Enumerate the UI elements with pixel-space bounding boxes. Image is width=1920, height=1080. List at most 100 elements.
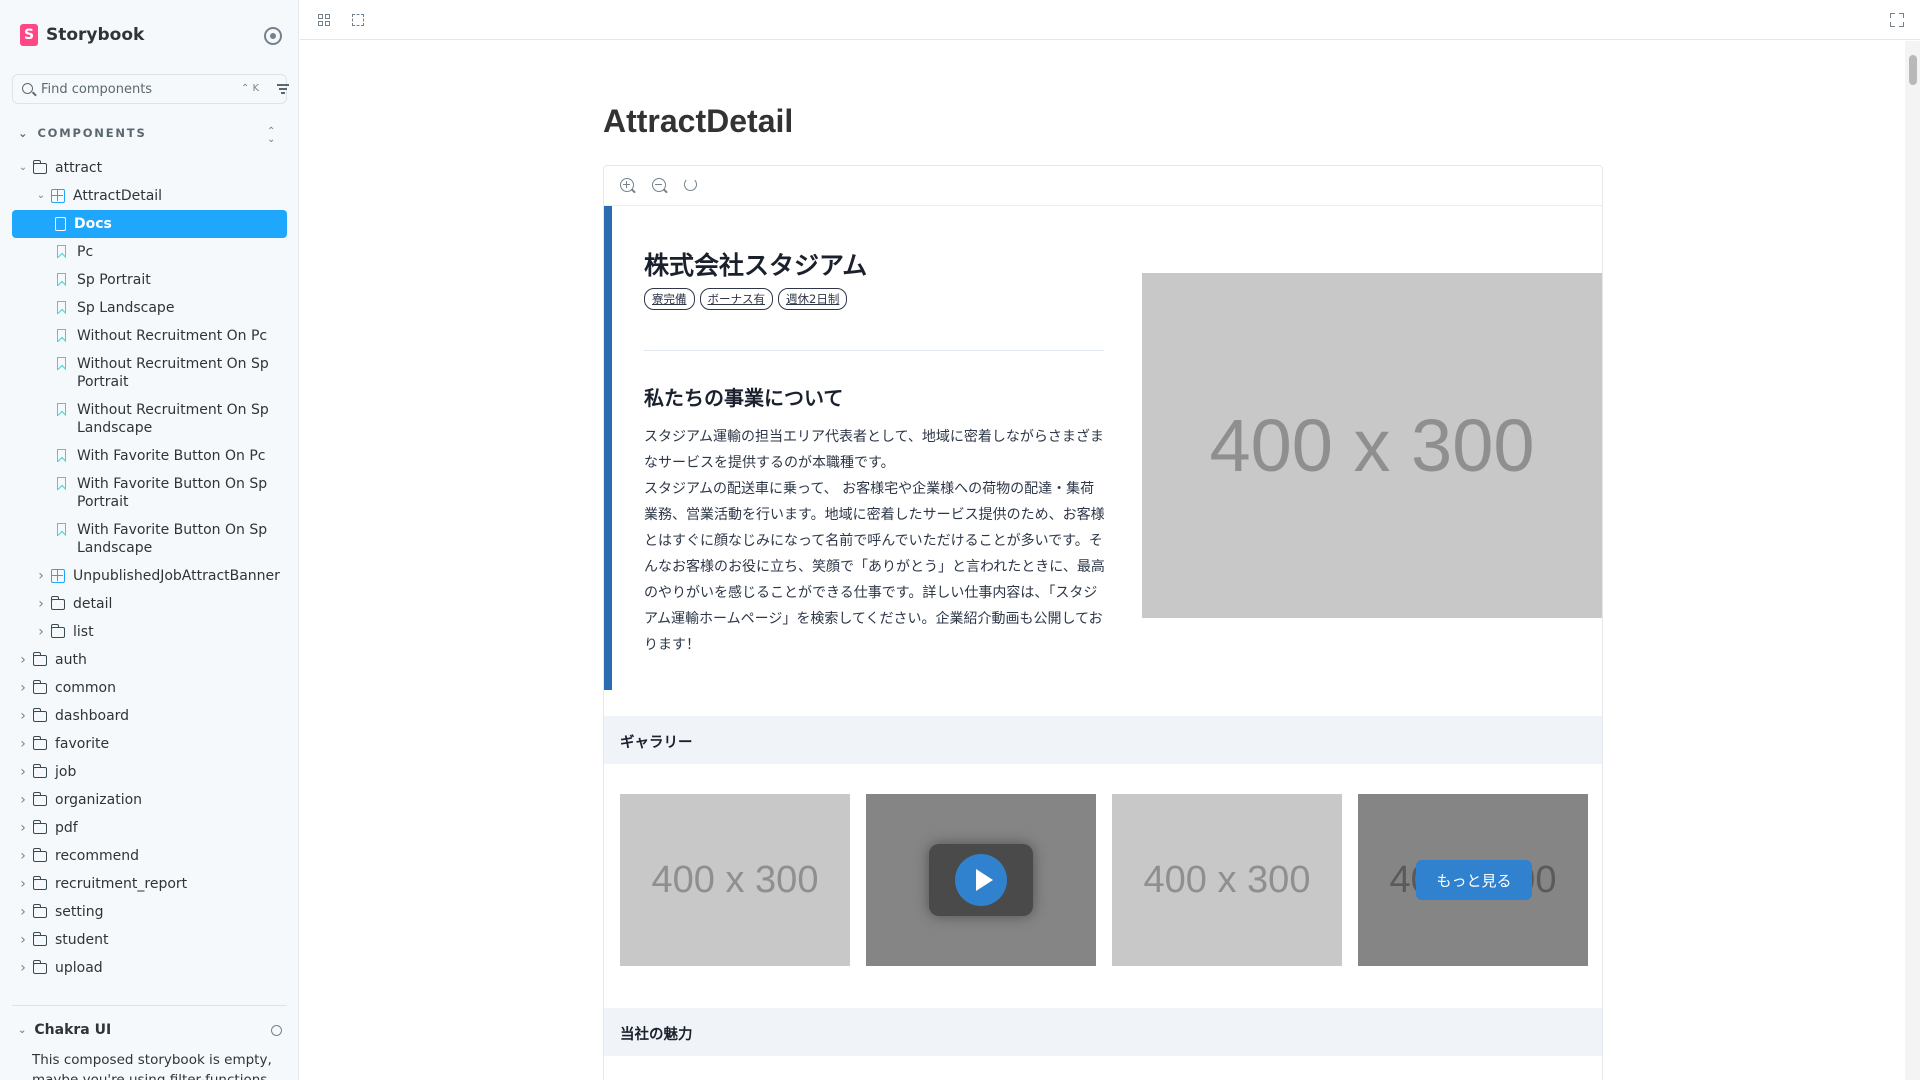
sidebar-item-label: organization xyxy=(55,792,143,808)
sidebar-item-list[interactable]: › list xyxy=(12,618,287,646)
folder-icon xyxy=(32,708,47,722)
video-thumbnail xyxy=(929,844,1033,916)
about-text: スタジアム運輸の担当エリア代表者として、地域に密着しながらさまざまなサービスを提… xyxy=(644,429,1105,653)
sidebar-item-upload[interactable]: › upload xyxy=(12,954,287,982)
sidebar-item-label: recommend xyxy=(55,848,139,864)
page-title: AttractDetail xyxy=(603,103,794,139)
fullscreen-icon[interactable] xyxy=(1890,13,1904,27)
play-icon[interactable] xyxy=(955,854,1007,906)
brand-name: Storybook xyxy=(46,25,145,45)
sidebar-item-auth[interactable]: › auth xyxy=(12,646,287,674)
tag[interactable]: 週休2日制 xyxy=(778,288,848,310)
chevron-right-icon: › xyxy=(20,764,26,780)
brand[interactable]: S Storybook xyxy=(20,24,144,46)
sidebar-item-label: Sp Portrait xyxy=(77,272,151,288)
search-input[interactable] xyxy=(41,80,221,98)
chevron-right-icon: › xyxy=(38,568,44,584)
sidebar-item-student[interactable]: › student xyxy=(12,926,287,954)
company-card: 株式会社スタジアム 寮完備 ボーナス有 週休2日制 私たちの事業について スタジ… xyxy=(604,206,1602,690)
story-canvas: 株式会社スタジアム 寮完備 ボーナス有 週休2日制 私たちの事業について スタジ… xyxy=(603,165,1603,1080)
chevron-right-icon: › xyxy=(20,820,26,836)
tag[interactable]: 寮完備 xyxy=(644,288,695,310)
zoom-out-icon[interactable] xyxy=(652,178,666,192)
folder-icon xyxy=(32,876,47,890)
components-section-header[interactable]: ⌄ COMPONENTS xyxy=(18,126,147,140)
gallery-image[interactable]: 400 x 300 xyxy=(1112,794,1342,966)
sidebar-item-with-favorite-button-on-pc[interactable]: With Favorite Button On Pc xyxy=(12,442,287,470)
sidebar-item-recruitment-report[interactable]: › recruitment_report xyxy=(12,870,287,898)
search-shortcut: ⌃ K xyxy=(241,83,260,94)
scrollbar-thumb[interactable] xyxy=(1909,55,1917,85)
sidebar-item-with-favorite-button-on-sp-portrait[interactable]: With Favorite Button On Sp Portrait xyxy=(12,470,287,516)
story-icon xyxy=(57,301,66,314)
sidebar-item-favorite[interactable]: › favorite xyxy=(12,730,287,758)
folder-icon xyxy=(32,680,47,694)
sidebar-item-without-recruitment-on-sp-portrait[interactable]: Without Recruitment On Sp Portrait xyxy=(12,350,287,396)
chevron-right-icon: › xyxy=(20,792,26,808)
doc-icon xyxy=(55,217,66,231)
accent-bar xyxy=(604,206,612,690)
scrollbar[interactable] xyxy=(1905,41,1920,1080)
sidebar-item-organization[interactable]: › organization xyxy=(12,786,287,814)
sidebar-item-unpublishedjobattractbanner[interactable]: › UnpublishedJobAttractBanner xyxy=(12,562,287,590)
chevron-right-icon: › xyxy=(20,708,26,724)
sidebar-item-label: Pc xyxy=(77,244,94,260)
story-icon xyxy=(57,357,66,370)
sidebar-item-docs[interactable]: Docs xyxy=(12,210,287,238)
sidebar-item-job[interactable]: › job xyxy=(12,758,287,786)
sidebar-item-label: Docs xyxy=(74,216,112,232)
tag[interactable]: ボーナス有 xyxy=(699,288,773,310)
outline-icon[interactable] xyxy=(352,14,364,26)
sidebar-item-pc[interactable]: Pc xyxy=(12,238,287,266)
canvas-toolbar xyxy=(604,166,1602,206)
gallery-more-item: 400 x 300 もっと見る xyxy=(1358,794,1588,966)
ref-header[interactable]: ⌄ Chakra UI xyxy=(18,1022,111,1038)
sidebar-item-without-recruitment-on-sp-landscape[interactable]: Without Recruitment On Sp Landscape xyxy=(12,396,287,442)
sidebar-item-pdf[interactable]: › pdf xyxy=(12,814,287,842)
story-icon xyxy=(57,523,66,536)
gallery-image[interactable]: 400 x 300 xyxy=(620,794,850,966)
globe-icon[interactable] xyxy=(271,1025,282,1036)
about-title: 私たちの事業について xyxy=(644,386,844,410)
sidebar-item-dashboard[interactable]: › dashboard xyxy=(12,702,287,730)
chevron-down-icon: ⌄ xyxy=(18,162,28,173)
sidebar-item-without-recruitment-on-pc[interactable]: Without Recruitment On Pc xyxy=(12,322,287,350)
sidebar-item-common[interactable]: › common xyxy=(12,674,287,702)
component-icon xyxy=(51,569,65,583)
sidebar-item-sp-landscape[interactable]: Sp Landscape xyxy=(12,294,287,322)
sidebar-item-label: student xyxy=(55,932,109,948)
sidebar-divider xyxy=(12,1005,287,1006)
sidebar-item-recommend[interactable]: › recommend xyxy=(12,842,287,870)
sidebar-item-label: AttractDetail xyxy=(73,188,163,204)
chevron-right-icon: › xyxy=(20,932,26,948)
sidebar-item-label: With Favorite Button On Sp Landscape xyxy=(77,522,268,556)
sidebar-item-label: With Favorite Button On Pc xyxy=(77,448,266,464)
chevron-down-icon: ⌄ xyxy=(18,1024,27,1036)
chevron-right-icon: › xyxy=(20,960,26,976)
grid-icon[interactable] xyxy=(318,14,330,26)
sidebar-item-with-favorite-button-on-sp-landscape[interactable]: With Favorite Button On Sp Landscape xyxy=(12,516,287,562)
sidebar-item-sp-portrait[interactable]: Sp Portrait xyxy=(12,266,287,294)
sidebar-item-label: job xyxy=(55,764,77,780)
charm-header: 当社の魅力 xyxy=(604,1008,1602,1056)
sidebar-item-setting[interactable]: › setting xyxy=(12,898,287,926)
chevron-right-icon: › xyxy=(20,904,26,920)
docs-page: AttractDetail 株式会社スタジアム 寮完備 ボーナス有 週休2日制 … xyxy=(300,41,1905,1080)
filter-icon[interactable] xyxy=(277,84,289,94)
sidebar-item-detail[interactable]: › detail xyxy=(12,590,287,618)
zoom-in-icon[interactable] xyxy=(620,178,634,192)
settings-gear-icon[interactable] xyxy=(264,27,282,45)
folder-icon xyxy=(32,820,47,834)
ref-title: Chakra UI xyxy=(34,1022,112,1038)
sidebar-item-attractdetail[interactable]: ⌄ AttractDetail xyxy=(12,182,287,210)
sidebar-item-label: common xyxy=(55,680,116,696)
collapse-all-icon[interactable]: ⌃ ⌄ xyxy=(267,127,275,145)
zoom-reset-icon[interactable] xyxy=(684,178,697,191)
sidebar-item-label: detail xyxy=(73,596,113,612)
chevron-down-icon: ⌄ xyxy=(36,190,46,201)
sidebar-item-attract[interactable]: ⌄ attract xyxy=(12,154,287,182)
see-more-button[interactable]: もっと見る xyxy=(1416,860,1532,900)
gallery-video[interactable] xyxy=(866,794,1096,966)
chevron-down-icon: ⌄ xyxy=(18,126,30,140)
sidebar-item-label: pdf xyxy=(55,820,78,836)
